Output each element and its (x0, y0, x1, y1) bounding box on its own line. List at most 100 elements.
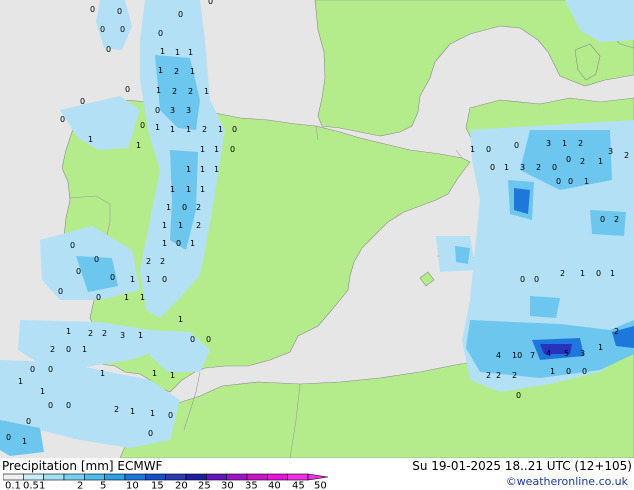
station-value: 1 (170, 185, 175, 194)
station-value: 1 (204, 87, 209, 96)
station-value: 3 (520, 163, 525, 172)
legend-arrow (307, 473, 328, 481)
station-value: 0 (516, 391, 521, 400)
legend-swatch (63, 473, 85, 481)
legend-tick: 40 (268, 481, 281, 490)
station-value: 2 (578, 139, 583, 148)
station-value: 1 (214, 165, 219, 174)
station-value: 1 (504, 163, 509, 172)
station-value: 2 (496, 371, 501, 380)
station-value: 0 (534, 275, 539, 284)
station-value: 1 (82, 345, 87, 354)
station-value: 0 (96, 293, 101, 302)
legend-swatch (23, 473, 44, 481)
legend-tick: 50 (314, 481, 327, 490)
legend-tick: 10 (126, 481, 139, 490)
credit-link[interactable]: ©weatheronline.co.uk (506, 475, 628, 488)
station-value: 0 (206, 335, 211, 344)
station-value: 0 (58, 287, 63, 296)
station-value: 1 (138, 331, 143, 340)
station-value: 0 (110, 273, 115, 282)
station-value: 0 (486, 145, 491, 154)
legend-tick: 5 (100, 481, 106, 490)
station-value: 2 (486, 371, 491, 380)
station-value: 0 (556, 177, 561, 186)
station-value: 2 (624, 151, 629, 160)
station-value: 1 (22, 437, 27, 446)
station-value: 0 (514, 141, 519, 150)
station-value: 0 (232, 125, 237, 134)
station-value: 1 (156, 86, 161, 95)
legend-swatch (165, 473, 187, 481)
station-value: 0 (208, 0, 213, 6)
station-value: 0 (76, 267, 81, 276)
station-value: 1 (218, 125, 223, 134)
station-value: 0 (490, 163, 495, 172)
legend-swatch (246, 473, 268, 481)
legend-swatch (287, 473, 309, 481)
station-value: 0 (120, 25, 125, 34)
station-value: 1 (470, 145, 475, 154)
station-value: 1 (186, 125, 191, 134)
station-value: 0 (66, 401, 71, 410)
station-value: 1 (40, 387, 45, 396)
station-value: 1 (152, 369, 157, 378)
station-value: 2 (560, 269, 565, 278)
station-value: 2 (196, 221, 201, 230)
station-value: 0 (48, 401, 53, 410)
station-value: 0 (566, 367, 571, 376)
station-value: 2 (160, 257, 165, 266)
station-value: 2 (88, 329, 93, 338)
legend-swatch (43, 473, 65, 481)
station-value: 1 (160, 47, 165, 56)
legend-swatch (3, 473, 24, 481)
station-value: 3 (186, 106, 191, 115)
station-value: 1 (580, 269, 585, 278)
legend-tick: 25 (198, 481, 211, 490)
station-value: 0 (168, 411, 173, 420)
station-value: 1 (170, 125, 175, 134)
legend-swatch (104, 473, 126, 481)
station-value: 0 (140, 121, 145, 130)
station-value: 0 (568, 177, 573, 186)
station-value: 1 (88, 135, 93, 144)
station-value: 1 (158, 66, 163, 75)
station-value: 1 (200, 165, 205, 174)
station-value: 0 (158, 29, 163, 38)
station-value: 0 (520, 275, 525, 284)
station-value: 1 (124, 293, 129, 302)
station-value: 2 (114, 405, 119, 414)
legend-swatch (267, 473, 288, 481)
station-value: 10 (512, 351, 522, 360)
station-value: 0 (230, 145, 235, 154)
station-value: 1 (162, 239, 167, 248)
legend-swatch (145, 473, 166, 481)
station-value: 0 (48, 365, 53, 374)
station-value: 0 (80, 97, 85, 106)
station-value: 2 (614, 215, 619, 224)
station-value: 0 (566, 155, 571, 164)
station-value: 0 (582, 367, 587, 376)
station-value: 0 (182, 203, 187, 212)
station-value: 0 (30, 365, 35, 374)
station-value: 1 (136, 141, 141, 150)
legend-swatch (84, 473, 105, 481)
station-value: 5 (564, 349, 569, 358)
legend-swatch (206, 473, 227, 481)
station-value: 1 (562, 139, 567, 148)
station-value: 2 (512, 371, 517, 380)
footer: Precipitation [mm] ECMWF Su 19-01-2025 1… (0, 458, 634, 490)
legend-colorbar: 0.1 0.5 1 2 5 10 15 20 25 30 35 40 45 50 (3, 473, 328, 489)
station-value: 0 (106, 45, 111, 54)
station-value: 1 (584, 177, 589, 186)
station-value: 2 (50, 345, 55, 354)
station-value: 0 (70, 241, 75, 250)
station-value: 3 (608, 147, 613, 156)
station-value: 1 (130, 275, 135, 284)
station-value: 3 (580, 349, 585, 358)
station-value: 0 (176, 239, 181, 248)
legend-tick: 15 (151, 481, 164, 490)
valid-time: Su 19-01-2025 18..21 UTC (12+105) (412, 459, 632, 473)
legend-swatch (185, 473, 207, 481)
station-value: 0 (26, 417, 31, 426)
